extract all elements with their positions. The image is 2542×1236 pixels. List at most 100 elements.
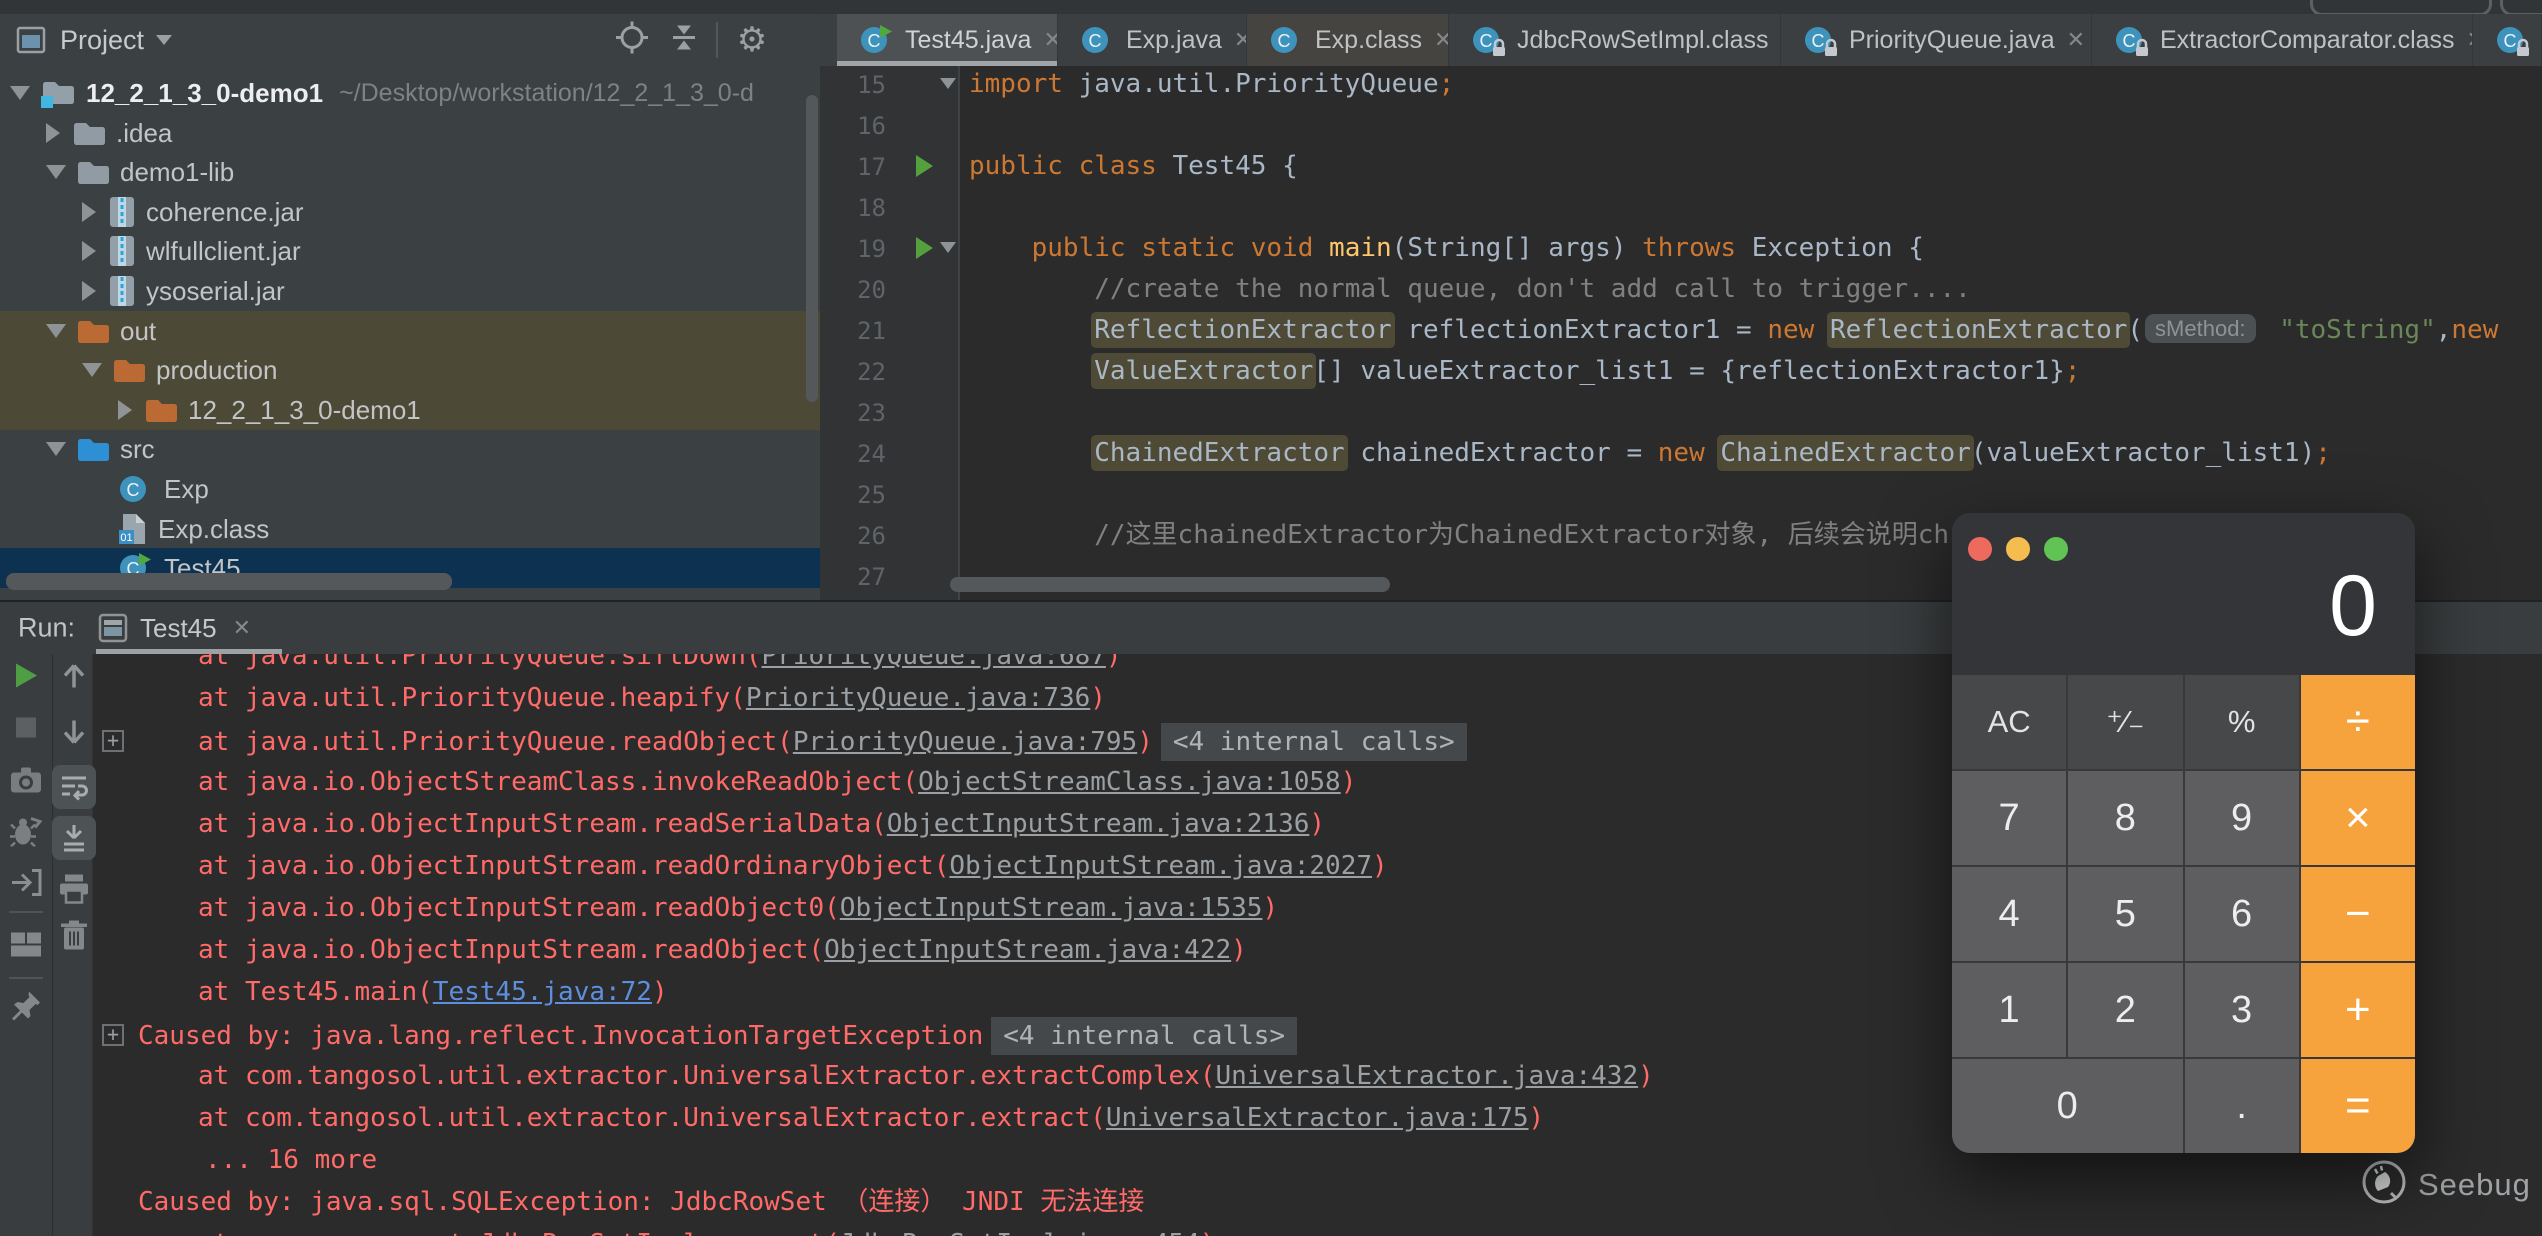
stacktrace-link[interactable]: Test45.java:72 xyxy=(433,977,652,1007)
chevron-right-icon[interactable] xyxy=(46,123,60,143)
editor-tab-test45-java[interactable]: CTest45.java✕ xyxy=(837,14,1058,66)
tree-item-demo1-lib[interactable]: demo1-lib xyxy=(0,152,820,192)
tree-item-exp[interactable]: CExp xyxy=(0,469,820,509)
calc-button-9[interactable]: 9 xyxy=(2185,771,2299,865)
chevron-right-icon[interactable] xyxy=(82,241,96,261)
calculator-window[interactable]: 0 AC⁺⁄₋%÷789×456−123+0.= xyxy=(1952,513,2415,1153)
rerun-icon[interactable] xyxy=(11,661,41,696)
editor-horizontal-scrollbar[interactable] xyxy=(950,577,1390,592)
stacktrace-link[interactable]: UniversalExtractor.java:175 xyxy=(1106,1103,1529,1133)
stacktrace-link[interactable]: PriorityQueue.java:795 xyxy=(793,727,1137,757)
chev ron-down-icon[interactable] xyxy=(156,35,172,45)
close-icon[interactable]: ✕ xyxy=(1234,27,1247,53)
step-exit-icon[interactable] xyxy=(10,867,42,904)
tree-item--idea[interactable]: .idea xyxy=(0,113,820,153)
clear-all-icon[interactable] xyxy=(59,920,89,957)
tree-item-production[interactable]: production xyxy=(0,350,820,390)
editor-tab-extractorcomparator-class[interactable]: CExtractorComparator.class✕ xyxy=(2092,14,2473,66)
project-panel-title[interactable]: Project xyxy=(60,25,144,56)
minimize-traffic-light[interactable] xyxy=(2006,537,2030,561)
soft-wrap-icon[interactable] xyxy=(52,765,96,809)
editor-tab-jdbcrowsetimpl-class[interactable]: CJdbcRowSetImpl.class✕ xyxy=(1449,14,1781,66)
calc-button-4[interactable]: 4 xyxy=(1952,867,2066,961)
close-icon[interactable]: ✕ xyxy=(2067,27,2085,53)
close-icon[interactable]: ✕ xyxy=(1043,27,1058,53)
stacktrace-link[interactable]: ObjectInputStream.java:1535 xyxy=(840,893,1263,923)
chevron-down-icon[interactable] xyxy=(82,363,102,377)
vertical-scrollbar[interactable] xyxy=(806,95,818,402)
calc-button-5[interactable]: 5 xyxy=(2068,867,2182,961)
internal-calls-badge[interactable]: <4 internal calls> xyxy=(1161,723,1467,761)
stacktrace-link[interactable]: ObjectInputStream.java:2027 xyxy=(949,851,1372,881)
layout-icon[interactable] xyxy=(10,930,42,965)
editor-tab-priorityqueue-java[interactable]: CPriorityQueue.java✕ xyxy=(1781,14,2092,66)
tree-item-coherence-jar[interactable]: coherence.jar xyxy=(0,192,820,232)
calc-button-3[interactable]: 3 xyxy=(2185,963,2299,1057)
calc-button-0[interactable]: 0 xyxy=(1952,1059,2183,1153)
calc-button-−[interactable]: − xyxy=(2301,867,2415,961)
tree-item-src[interactable]: src xyxy=(0,429,820,469)
chevron-right-icon[interactable] xyxy=(118,400,132,420)
calc-button-%[interactable]: % xyxy=(2185,675,2299,769)
background-window-fragment xyxy=(2310,0,2492,14)
close-icon[interactable]: ✕ xyxy=(1434,27,1449,53)
run-tab-test45[interactable]: Test45 ✕ xyxy=(98,602,251,654)
down-stack-icon[interactable] xyxy=(59,717,89,754)
project-toolwindow-icon[interactable] xyxy=(16,25,46,55)
calc-button-=[interactable]: = xyxy=(2301,1059,2415,1153)
chevron-down-icon[interactable] xyxy=(10,86,30,100)
top-window-strip xyxy=(0,0,2542,14)
settings-gear-icon[interactable]: ⚙ xyxy=(737,23,767,57)
calc-button-+[interactable]: + xyxy=(2301,963,2415,1057)
tree-item-out[interactable]: out xyxy=(0,311,820,351)
stacktrace-link[interactable]: PriorityQueue.java:736 xyxy=(746,683,1090,713)
locate-target-icon[interactable] xyxy=(615,21,649,60)
collapse-all-icon[interactable] xyxy=(669,22,699,59)
tree-item-12-2-1-3-0-demo1[interactable]: 12_2_1_3_0-demo1~/Desktop/workstation/12… xyxy=(0,73,820,113)
calc-button-×[interactable]: × xyxy=(2301,771,2415,865)
editor-tab-o[interactable]: CO xyxy=(2473,14,2542,66)
calc-button-.[interactable]: . xyxy=(2185,1059,2299,1153)
tree-item-wlfullclient-jar[interactable]: wlfullclient.jar xyxy=(0,231,820,271)
zoom-traffic-light[interactable] xyxy=(2044,537,2068,561)
fold-expand-icon[interactable]: + xyxy=(102,1024,124,1046)
tab-label: ExtractorComparator.class xyxy=(2160,26,2455,55)
screenshot-icon[interactable] xyxy=(10,766,42,799)
tree-item-exp-class[interactable]: 01Exp.class xyxy=(0,509,820,549)
stacktrace-link[interactable]: UniversalExtractor.java:432 xyxy=(1215,1061,1638,1091)
chevron-down-icon[interactable] xyxy=(46,165,66,179)
close-icon[interactable]: ✕ xyxy=(233,615,251,641)
stacktrace-link[interactable]: ObjectInputStream.java:422 xyxy=(824,935,1231,965)
up-stack-icon[interactable] xyxy=(59,660,89,697)
calc-button-÷[interactable]: ÷ xyxy=(2301,675,2415,769)
close-traffic-light[interactable] xyxy=(1968,537,1992,561)
calc-button-AC[interactable]: AC xyxy=(1952,675,2066,769)
class-icon: C xyxy=(118,472,154,506)
internal-calls-badge[interactable]: <4 internal calls> xyxy=(991,1017,1297,1055)
stacktrace-link[interactable]: ObjectInputStream.java:2136 xyxy=(887,809,1310,839)
stop-icon[interactable] xyxy=(11,713,41,748)
tree-item-ysoserial-jar[interactable]: ysoserial.jar xyxy=(0,271,820,311)
editor-tab-exp-java[interactable]: CExp.java✕ xyxy=(1058,14,1247,66)
calc-button-⁺⁄₋[interactable]: ⁺⁄₋ xyxy=(2068,675,2182,769)
pin-icon[interactable] xyxy=(10,990,42,1027)
horizontal-scrollbar[interactable] xyxy=(6,573,452,590)
calc-button-7[interactable]: 7 xyxy=(1952,771,2066,865)
stacktrace-link[interactable]: ObjectStreamClass.java:1058 xyxy=(918,767,1341,797)
tree-item-12-2-1-3-0-demo1[interactable]: 12_2_1_3_0-demo1 xyxy=(0,390,820,430)
editor-tab-exp-class[interactable]: CExp.class✕ xyxy=(1247,14,1449,66)
calc-button-8[interactable]: 8 xyxy=(2068,771,2182,865)
print-icon[interactable] xyxy=(58,873,90,910)
calc-button-6[interactable]: 6 xyxy=(2185,867,2299,961)
chevron-right-icon[interactable] xyxy=(82,202,96,222)
fold-expand-icon[interactable]: + xyxy=(102,730,124,752)
chevron-down-icon[interactable] xyxy=(46,324,66,338)
chevron-right-icon[interactable] xyxy=(82,281,96,301)
restart-debug-icon[interactable] xyxy=(10,815,42,852)
chevron-down-icon[interactable] xyxy=(46,442,66,456)
calc-button-1[interactable]: 1 xyxy=(1952,963,2066,1057)
scroll-to-end-icon[interactable] xyxy=(52,816,96,860)
calc-button-2[interactable]: 2 xyxy=(2068,963,2182,1057)
stacktrace-link[interactable]: JdbcRowSetImpl.java:454 xyxy=(840,1229,1200,1236)
folder-orange-icon xyxy=(112,355,146,385)
